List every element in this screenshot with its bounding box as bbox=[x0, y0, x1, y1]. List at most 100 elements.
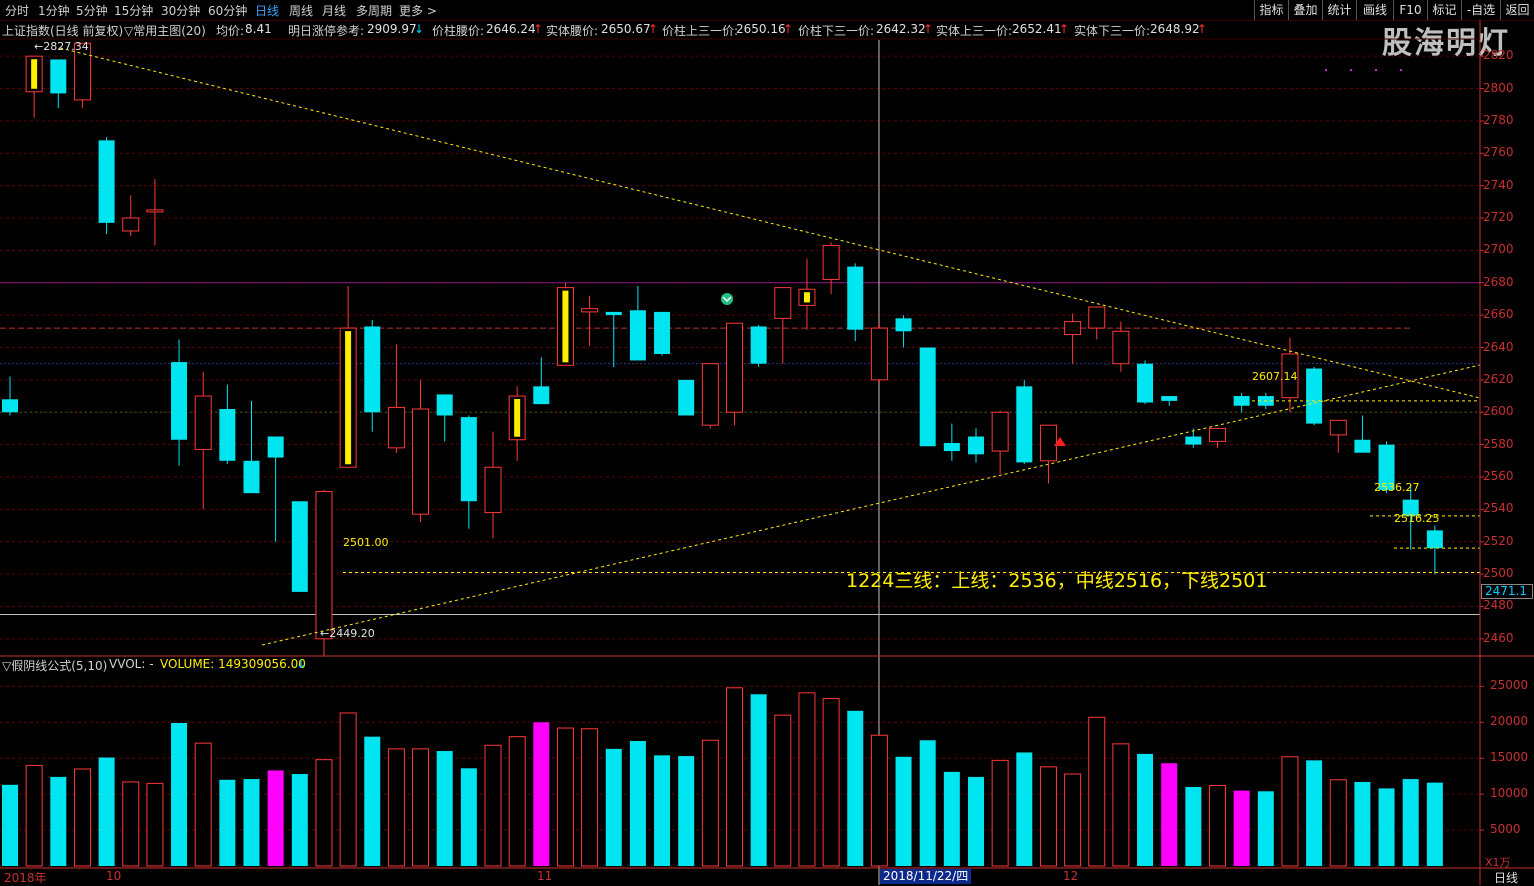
candle-body-down bbox=[1185, 436, 1202, 445]
volume-bar-up bbox=[1088, 716, 1106, 867]
price-tick-label: 2760 bbox=[1483, 145, 1514, 160]
volume-tick-label: 10000 bbox=[1490, 786, 1529, 801]
volume-bar-special bbox=[533, 722, 550, 866]
price-tick-label: 2560 bbox=[1483, 468, 1514, 483]
false-yin-marker bbox=[514, 399, 521, 437]
candle-body-up bbox=[412, 408, 430, 515]
volume-bar-down bbox=[1306, 760, 1323, 866]
volume-bars-layer bbox=[2, 687, 1443, 867]
candle-body-down bbox=[678, 379, 695, 416]
volume-bar-down bbox=[895, 756, 912, 866]
low-arrow: ← bbox=[320, 627, 330, 640]
volume-bar-down bbox=[50, 776, 67, 866]
candle-body-up bbox=[122, 217, 140, 232]
volume-bar-down bbox=[1402, 779, 1419, 866]
false-yin-marker bbox=[345, 331, 352, 465]
candle-body-up bbox=[581, 308, 599, 313]
volume-bar-down bbox=[1185, 786, 1202, 866]
date-dec: 12 bbox=[1063, 869, 1079, 883]
candle-body-down bbox=[1016, 386, 1033, 463]
volume-bar-up bbox=[194, 742, 212, 867]
candle-body-up bbox=[484, 466, 502, 514]
price-tick-label: 2580 bbox=[1483, 436, 1514, 451]
volume-bar-down bbox=[1016, 752, 1033, 866]
candle-body-up bbox=[1112, 330, 1130, 365]
date-selected: 2018/11/22/四 bbox=[880, 869, 972, 884]
date-year: 2018年 bbox=[4, 871, 47, 885]
volume-bar-down bbox=[1426, 782, 1443, 866]
trendlines-layer bbox=[59, 47, 1481, 646]
volume-bar-special bbox=[1161, 763, 1178, 866]
volume-bar-down bbox=[243, 779, 260, 866]
candle-body-down bbox=[605, 311, 622, 316]
volume-bar-down bbox=[943, 771, 960, 866]
volume-bar-up bbox=[726, 687, 743, 867]
marker-dot bbox=[1350, 69, 1352, 72]
high-arrow: ← bbox=[34, 40, 44, 53]
volume-bar-down bbox=[98, 757, 115, 866]
volume-bar-down bbox=[1257, 791, 1274, 866]
marker-dot bbox=[1400, 69, 1402, 72]
volume-bar-down bbox=[1378, 788, 1395, 866]
date-nov: 11 bbox=[537, 869, 553, 883]
level-2501-label: 2501.00 bbox=[343, 536, 389, 549]
volume-bar-down bbox=[171, 723, 188, 866]
volume-bar-up bbox=[1329, 779, 1347, 867]
volume-bar-up bbox=[1039, 766, 1057, 867]
volume-bar-down bbox=[750, 694, 767, 866]
price-tick-label: 2640 bbox=[1483, 339, 1514, 354]
candle-body-down bbox=[291, 501, 308, 592]
candle-body-up bbox=[1039, 424, 1057, 462]
volume-bar-down bbox=[1354, 781, 1371, 866]
date-oct: 10 bbox=[106, 869, 122, 883]
volume-bar-down bbox=[2, 784, 18, 866]
green-badge-marker bbox=[721, 293, 733, 305]
candle-body-down bbox=[919, 347, 936, 447]
volume-tick-label: 15000 bbox=[1490, 750, 1529, 765]
price-tick-label: 2780 bbox=[1483, 112, 1514, 127]
volume-bar-up bbox=[339, 712, 357, 867]
volume-unit: X1万 bbox=[1485, 856, 1511, 869]
high-value: 2827.34 bbox=[43, 40, 89, 53]
marker-dot bbox=[1325, 69, 1327, 72]
price-tick-label: 2700 bbox=[1483, 242, 1514, 257]
volume-bar-up bbox=[73, 768, 91, 867]
candle-body-down bbox=[1306, 368, 1323, 424]
volume-bar-up bbox=[1112, 743, 1130, 867]
false-yin-marker bbox=[562, 290, 569, 363]
marker-dot bbox=[1375, 69, 1377, 72]
three-line-note: 1224三线：上线：2536，中线2516，下线2501 bbox=[846, 570, 1268, 592]
candle-body-down bbox=[943, 442, 960, 452]
candle-body-down bbox=[1354, 439, 1371, 453]
level-2516-label: 2516.25 bbox=[1394, 512, 1440, 525]
volume-bar-up bbox=[146, 782, 164, 867]
candles-layer bbox=[2, 42, 1443, 657]
candle-body-down bbox=[1161, 396, 1178, 401]
candle-body-up bbox=[387, 406, 405, 449]
price-tick-label: 2460 bbox=[1483, 630, 1514, 645]
candle-body-down bbox=[219, 409, 236, 461]
volume-bar-up bbox=[315, 759, 333, 867]
candle-body-down bbox=[533, 386, 550, 405]
candle-body-down bbox=[629, 310, 646, 361]
high-annotation: ←2827.34 bbox=[34, 40, 89, 53]
candle-body-up bbox=[1329, 419, 1347, 436]
volume-bar-down bbox=[678, 756, 695, 866]
kline-chart[interactable] bbox=[0, 0, 1534, 885]
candle-body-down bbox=[2, 399, 18, 413]
price-tick-label: 2480 bbox=[1483, 598, 1514, 613]
price-tick-label: 2660 bbox=[1483, 307, 1514, 322]
candle-body-down bbox=[895, 318, 912, 332]
volume-indicator-name[interactable]: ▽假阴线公式(5,10) bbox=[2, 657, 107, 674]
candle-body-down bbox=[654, 311, 671, 354]
volume-bar-up bbox=[822, 698, 840, 867]
volume-bar-down bbox=[605, 748, 622, 866]
volume-bar-special bbox=[1233, 790, 1250, 866]
candle-body-down bbox=[847, 266, 864, 330]
volume-bar-up bbox=[1064, 773, 1082, 867]
candle-body-down bbox=[436, 394, 453, 416]
volume-bar-up bbox=[798, 692, 816, 867]
price-tick-label: 2520 bbox=[1483, 533, 1514, 548]
volume-bar-down bbox=[919, 740, 936, 866]
volume-bar-up bbox=[387, 748, 405, 867]
